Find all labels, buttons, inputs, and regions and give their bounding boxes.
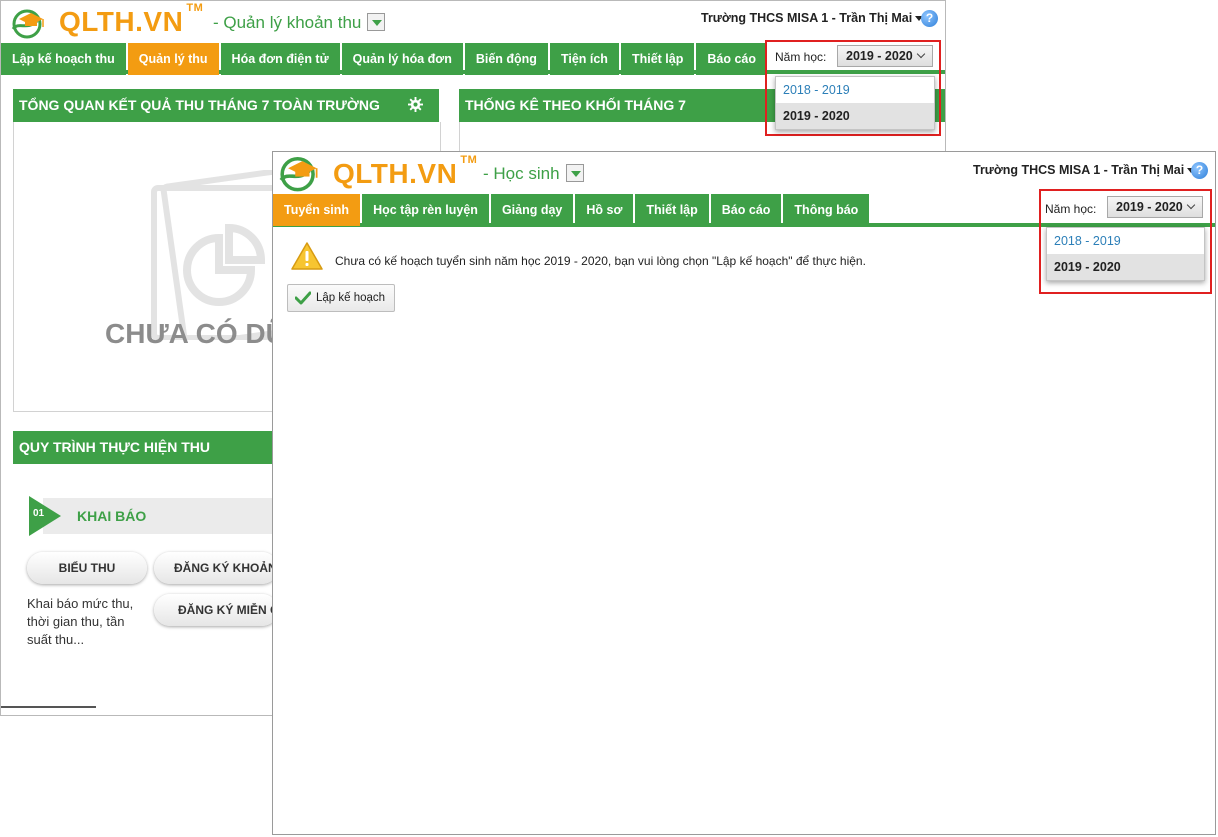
main-nav: Tuyển sinh Học tập rèn luyện Giảng dạy H… [273, 194, 871, 226]
tab-ho-so[interactable]: Hồ sơ [575, 194, 634, 226]
year-label: Năm học: [1045, 202, 1097, 216]
gear-icon[interactable] [408, 97, 423, 112]
overview-panel-header: TỔNG QUAN KẾT QUẢ THU THÁNG 7 TOÀN TRƯỜN… [13, 89, 439, 122]
tab-tuyen-sinh[interactable]: Tuyển sinh [273, 194, 361, 226]
module-title[interactable]: - Học sinh [483, 164, 584, 184]
help-icon[interactable]: ? [921, 10, 938, 27]
tab-quan-ly-hoa-don[interactable]: Quản lý hóa đơn [341, 43, 463, 75]
user-menu[interactable]: Trường THCS MISA 1 - Trần Thị Mai [701, 11, 924, 25]
tab-bao-cao[interactable]: Báo cáo [696, 43, 767, 75]
trademark: TM [186, 2, 204, 14]
stats-panel-title: THỐNG KÊ THEO KHỐI THÁNG 7 [465, 97, 686, 113]
year-option-selected[interactable]: 2019 - 2020 [776, 103, 934, 129]
tab-thiet-lap[interactable]: Thiết lập [635, 194, 709, 226]
logo-icon [11, 9, 44, 39]
step-khai-bao: 01 KHAI BÁO [27, 496, 293, 536]
year-option[interactable]: 2018 - 2019 [776, 77, 934, 103]
logo-text: QLTH.VN TM [333, 154, 478, 189]
module-dropdown-icon[interactable] [565, 164, 584, 182]
tab-giang-day[interactable]: Giảng dạy [490, 194, 574, 226]
process-panel-title: QUY TRÌNH THỰC HIỆN THU [19, 439, 211, 455]
dang-ky-mien-giam-button[interactable]: ĐĂNG KÝ MIỄN G [154, 594, 278, 626]
window-edge [1, 706, 96, 708]
front-window: QLTH.VN TM - Học sinh Trường THCS MISA 1 … [272, 151, 1216, 835]
overview-panel-title: TỔNG QUAN KẾT QUẢ THU THÁNG 7 TOÀN TRƯỜN… [19, 97, 380, 113]
check-icon [295, 291, 311, 305]
chevron-down-icon [1186, 200, 1195, 210]
chevron-down-icon [916, 49, 925, 59]
trademark: TM [460, 154, 478, 166]
step-description: Khai báo mức thu, thời gian thu, tần suấ… [27, 596, 134, 647]
empty-state-text: CHƯA CÓ DỮ [105, 318, 289, 349]
user-menu[interactable]: Trường THCS MISA 1 - Trần Thị Mai [973, 163, 1196, 177]
year-dropdown: 2018 - 2019 2019 - 2020 [775, 76, 935, 130]
year-option[interactable]: 2018 - 2019 [1047, 228, 1204, 254]
module-dropdown-icon[interactable] [367, 13, 386, 31]
main-nav: Lập kế hoạch thu Quản lý thu Hóa đơn điệ… [1, 43, 769, 75]
year-select[interactable]: 2019 - 2020 [837, 45, 933, 67]
lap-ke-hoach-label: Lập kế hoạch [316, 292, 386, 304]
tab-hoa-don-dien-tu[interactable]: Hóa đơn điện tử [220, 43, 340, 75]
tab-tien-ich[interactable]: Tiện ích [549, 43, 619, 75]
tab-lap-ke-hoach-thu[interactable]: Lập kế hoạch thu [1, 43, 126, 75]
year-label: Năm học: [775, 50, 827, 64]
logo-icon [279, 156, 318, 192]
header: QLTH.VN TM - Học sinh Trường THCS MISA 1 … [273, 152, 1215, 194]
tab-thong-bao[interactable]: Thông báo [783, 194, 870, 226]
step-number: 01 [33, 508, 45, 519]
tab-hoc-tap-ren-luyen[interactable]: Học tập rèn luyện [362, 194, 489, 226]
warning-icon [291, 242, 323, 270]
tab-thiet-lap[interactable]: Thiết lập [620, 43, 695, 75]
header: QLTH.VN TM - Quản lý khoản thu Trường THC… [1, 1, 945, 43]
year-option-selected[interactable]: 2019 - 2020 [1047, 254, 1204, 280]
bieu-thu-button[interactable]: BIỂU THU [27, 552, 147, 584]
year-select[interactable]: 2019 - 2020 [1107, 196, 1203, 218]
year-dropdown: 2018 - 2019 2019 - 2020 [1046, 227, 1205, 281]
tab-bao-cao[interactable]: Báo cáo [710, 194, 782, 226]
step-title: KHAI BÁO [77, 508, 147, 524]
logo-text: QLTH.VN TM [59, 2, 204, 37]
help-icon[interactable]: ? [1191, 162, 1208, 179]
module-title[interactable]: - Quản lý khoản thu [213, 13, 386, 33]
no-plan-message: Chưa có kế hoạch tuyển sinh năm học 2019… [335, 254, 866, 268]
process-panel-header: QUY TRÌNH THỰC HIỆN THU [13, 431, 275, 464]
dang-ky-khoan-button[interactable]: ĐĂNG KÝ KHOẢN [154, 552, 278, 584]
tab-quan-ly-thu[interactable]: Quản lý thu [127, 43, 219, 75]
tab-bien-dong[interactable]: Biến động [464, 43, 548, 75]
lap-ke-hoach-button[interactable]: Lập kế hoạch [287, 284, 396, 312]
